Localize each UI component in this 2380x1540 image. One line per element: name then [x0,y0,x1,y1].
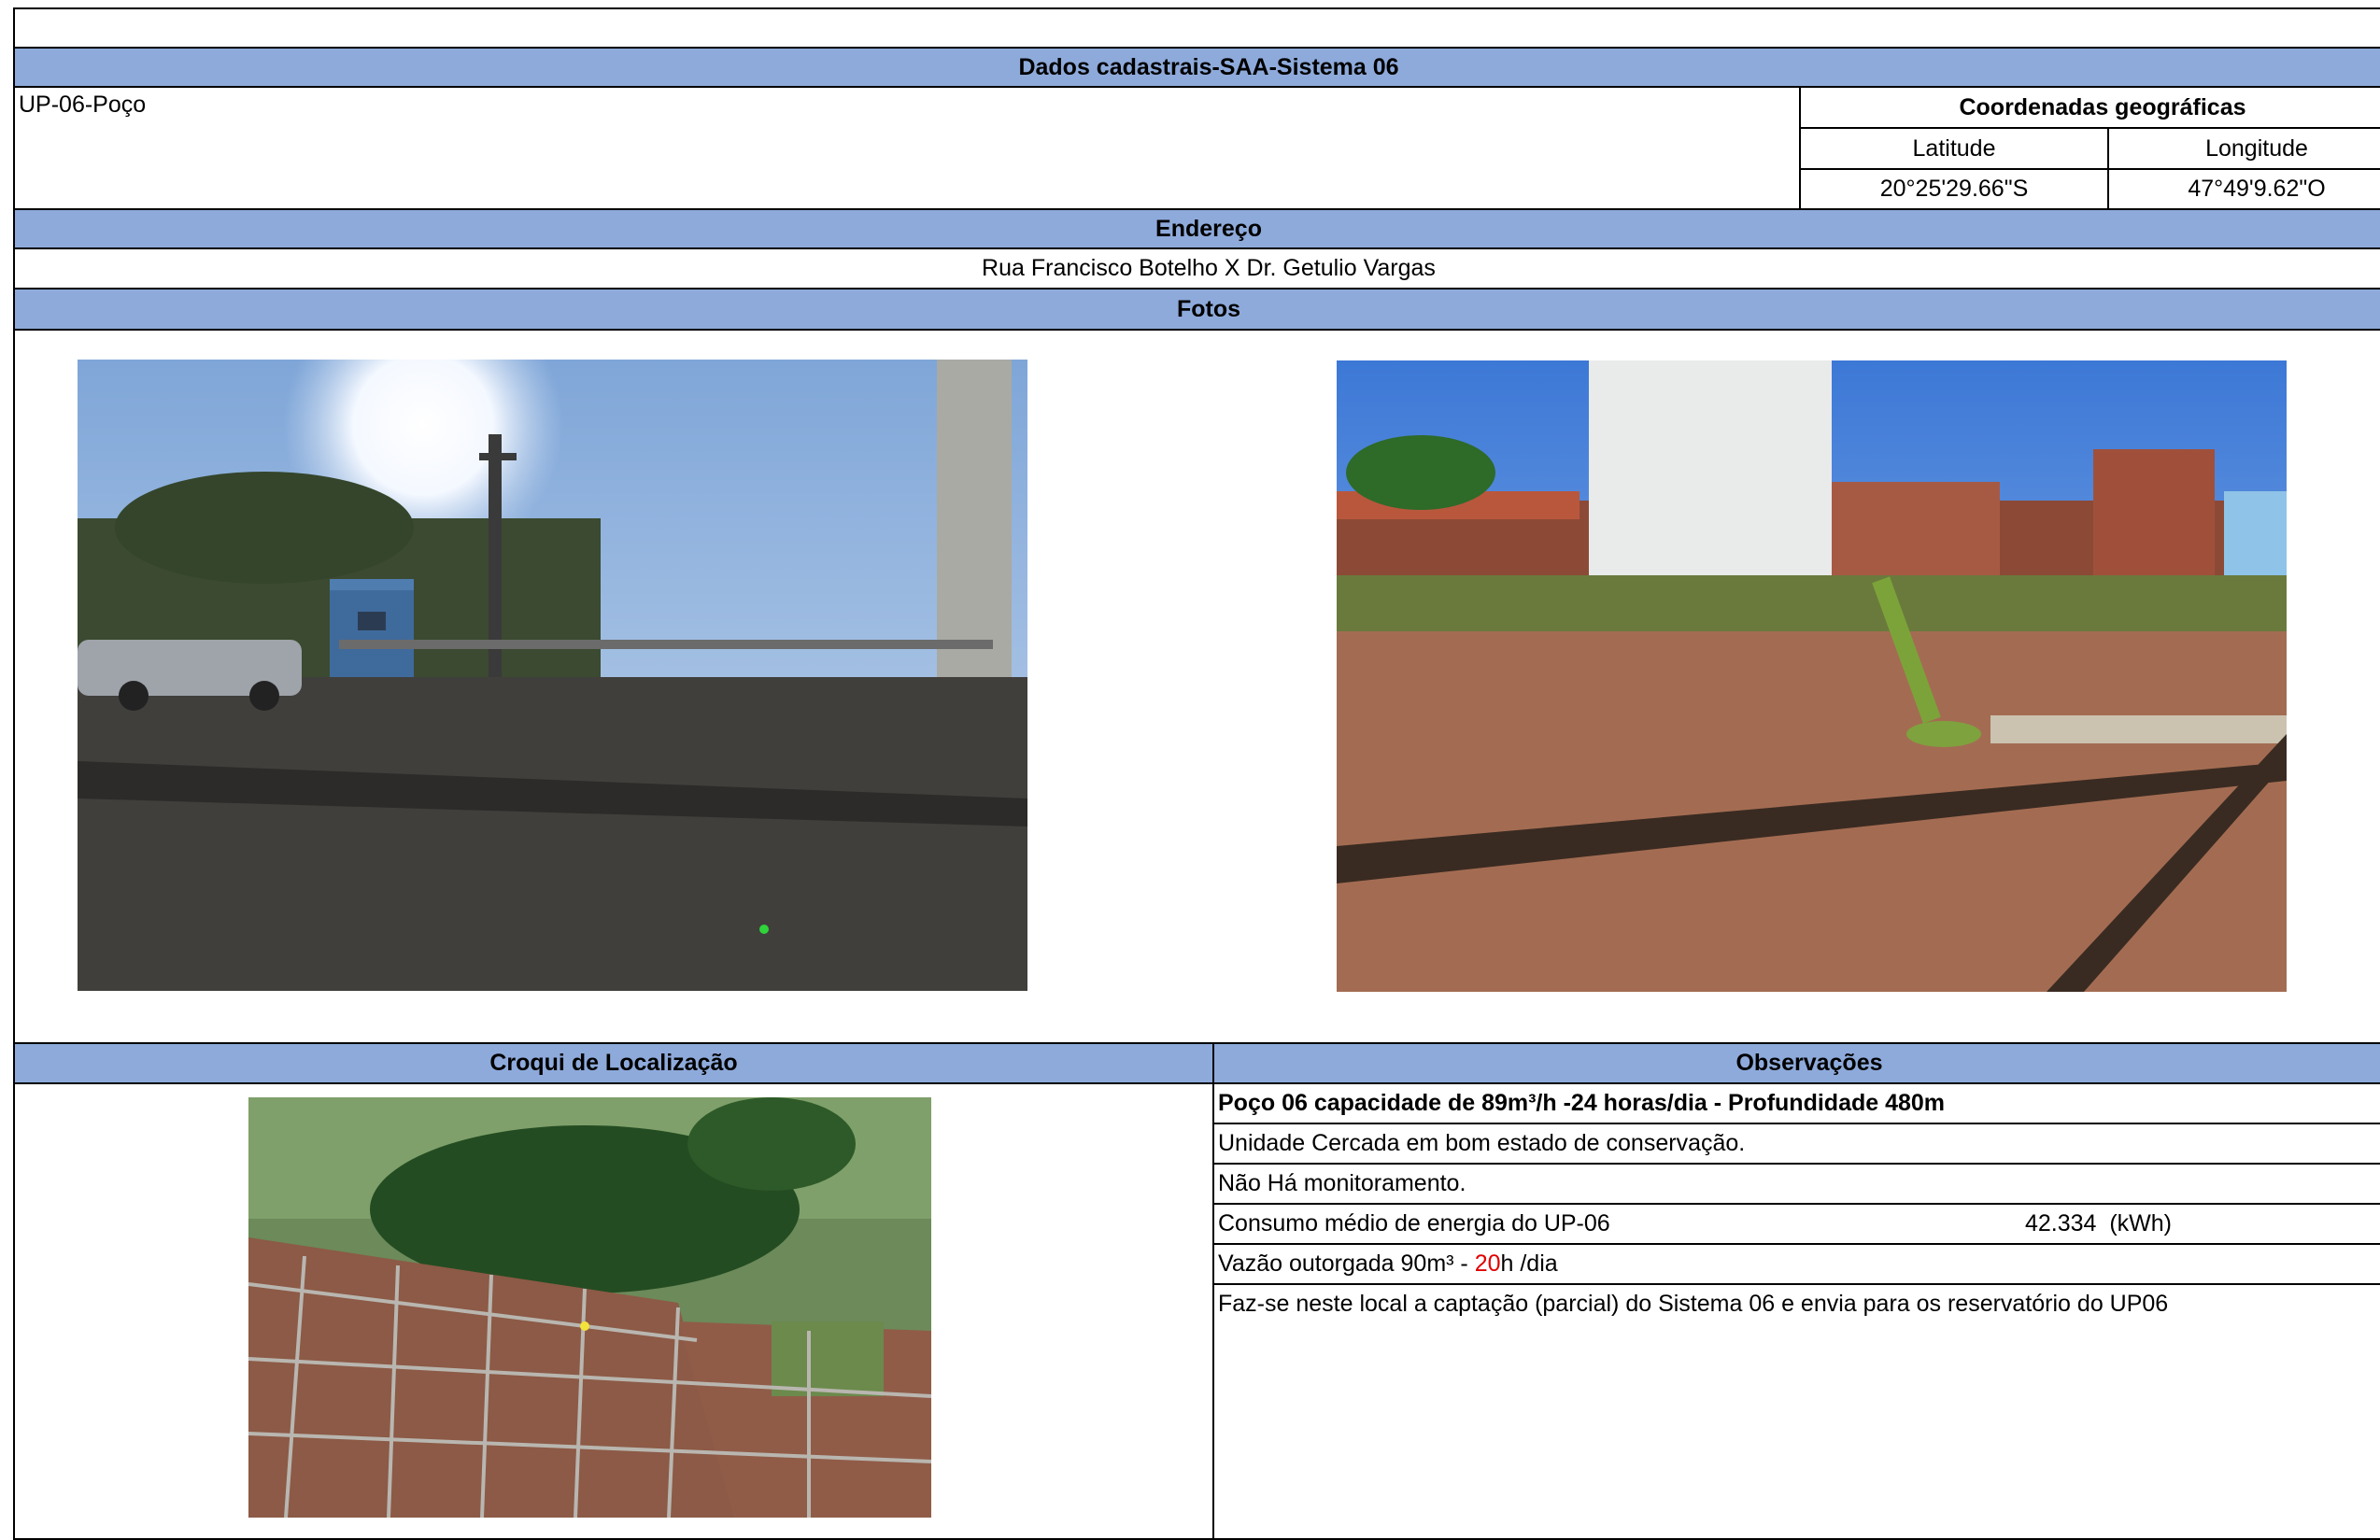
page-title: Dados cadastrais-SAA-Sistema 06 [13,47,2380,88]
location-map [248,1097,931,1518]
energy-value: 42.334 (kWh) [2025,1210,2173,1236]
observation-capacity: Poço 06 capacidade de 89m³/h -24 horas/d… [1212,1082,2380,1124]
observations-header: Observações [1212,1042,2380,1084]
site-photo-1 [78,360,1027,991]
observation-flow: Vazão outorgada 90m³ - 20 h /dia [1212,1243,2380,1285]
observation-capacity-text: Poço 06 capacidade de 89m³/h -24 horas/d… [1218,1090,1946,1116]
energy-label: Consumo médio de energia do UP-06 [1218,1210,1610,1236]
flow-hours: 20 [1474,1250,1501,1277]
sketch-header: Croqui de Localização [13,1042,1214,1084]
flow-text-post: h /dia [1500,1250,1558,1277]
address-header: Endereço [13,208,2380,249]
observation-condition-text: Unidade Cercada em bom estado de conserv… [1218,1130,1746,1156]
unit-name: UP-06-Poço [13,86,1801,210]
longitude-label: Longitude [2107,127,2380,170]
observation-monitoring: Não Há monitoramento. [1212,1163,2380,1205]
coordinates-title: Coordenadas geográficas [1799,86,2380,129]
observation-notes-text: Faz-se neste local a captação (parcial) … [1218,1291,2169,1317]
site-photo-2 [1337,360,2287,992]
flow-text-pre: Vazão outorgada 90m³ - [1218,1250,1475,1277]
latitude-label: Latitude [1799,127,2109,170]
observation-notes: Faz-se neste local a captação (parcial) … [1212,1283,2380,1540]
top-frame [13,7,2380,49]
longitude-value: 47°49'9.62"O [2107,168,2380,210]
observation-condition: Unidade Cercada em bom estado de conserv… [1212,1123,2380,1165]
latitude-value: 20°25'29.66"S [1799,168,2109,210]
observation-energy: Consumo médio de energia do UP-06 42.334… [1212,1203,2380,1245]
address-value: Rua Francisco Botelho X Dr. Getulio Varg… [13,247,2380,290]
photos-header: Fotos [13,288,2380,331]
observation-monitoring-text: Não Há monitoramento. [1218,1170,1466,1196]
